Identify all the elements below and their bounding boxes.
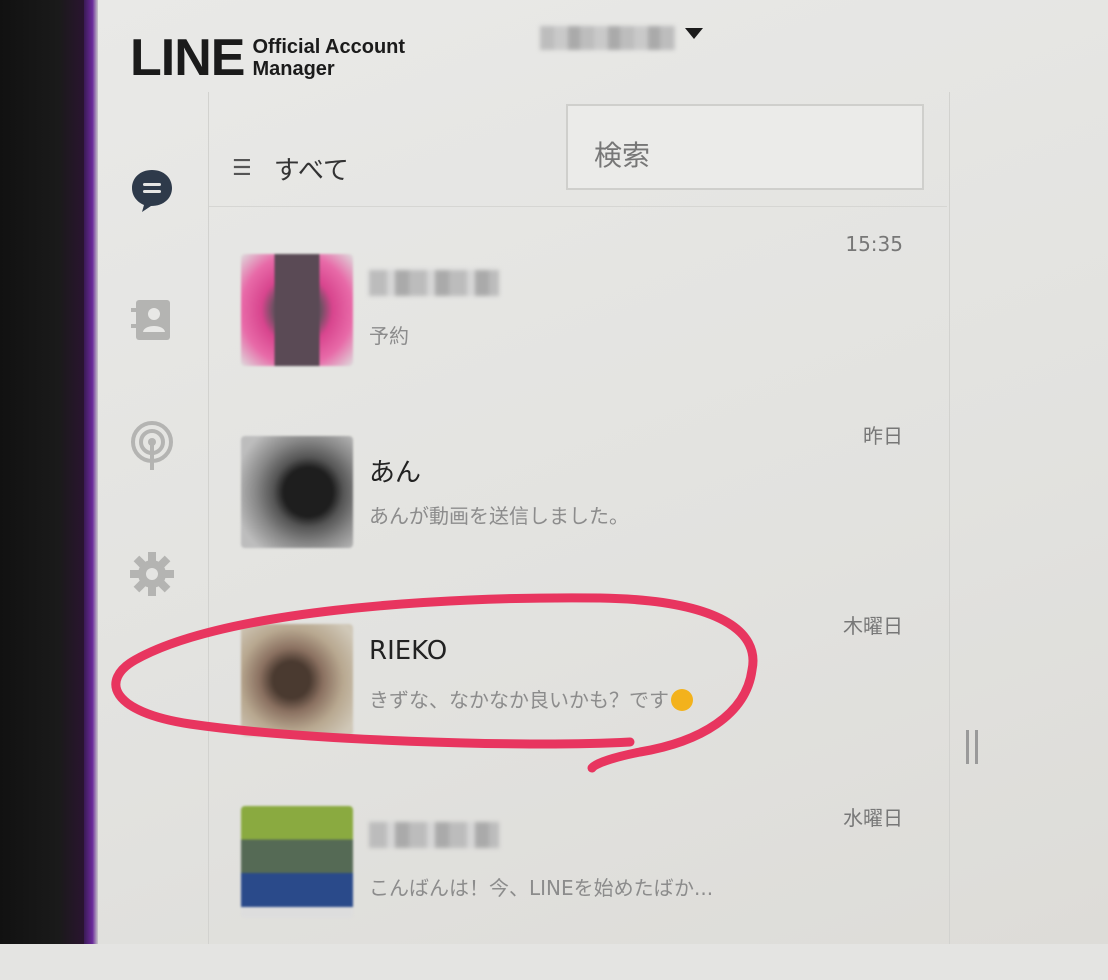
annotation-circle [111,593,758,773]
